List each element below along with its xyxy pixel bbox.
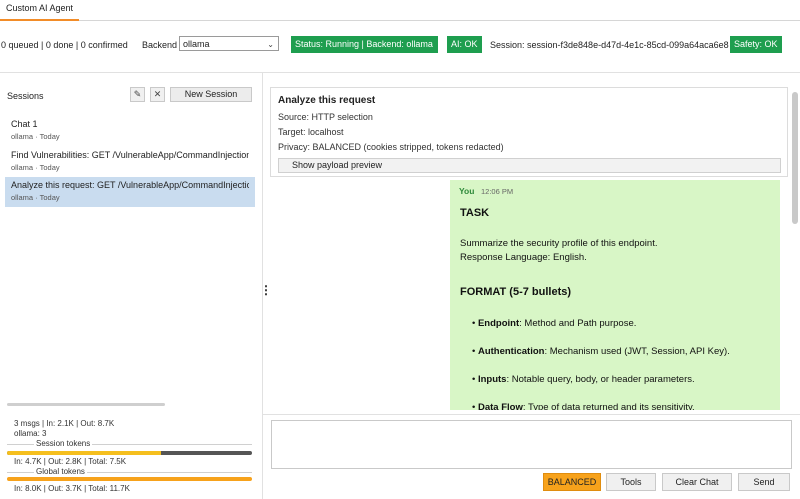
clear-chat-button[interactable]: Clear Chat [662, 473, 732, 491]
composer-divider [263, 414, 800, 415]
request-source: Source: HTTP selection [278, 112, 373, 122]
session-name: Chat 1 [11, 119, 38, 129]
bullet-term: Endpoint [477, 318, 520, 329]
bullet-text: : Method and Path purpose. [519, 318, 637, 329]
bullet-icon: • [472, 318, 476, 329]
message-author: You [459, 186, 475, 196]
global-tokens-bar [7, 477, 252, 481]
session-tokens-in-fill [7, 451, 162, 455]
sessions-horizontal-scrollbar[interactable] [7, 403, 165, 406]
bullet-text: : Type of data returned and its sensitiv… [522, 402, 695, 410]
tools-button[interactable]: Tools [606, 473, 656, 491]
tab-custom-ai-agent[interactable]: Custom AI Agent [0, 0, 80, 21]
request-info-title: Analyze this request [278, 95, 376, 106]
session-item-chat-1[interactable]: Chat 1 ollama · Today [5, 116, 255, 146]
session-tokens-bar [7, 451, 252, 455]
message-time: 12:06 PM [481, 187, 514, 196]
session-id: Session: session-f3de848e-d47d-4e1c-85cd… [490, 40, 729, 50]
session-meta: ollama · Today [11, 193, 60, 202]
close-icon: ✕ [153, 89, 162, 99]
bullet-term: Data Flow [477, 402, 523, 410]
list-item: • Inputs: Notable query, body, or header… [472, 374, 695, 385]
backend-label: Backend [142, 40, 178, 50]
request-privacy: Privacy: BALANCED (cookies stripped, tok… [278, 142, 504, 152]
list-item: • Authentication: Mechanism used (JWT, S… [472, 346, 730, 357]
session-name: Analyze this request: GET /VulnerableApp… [11, 180, 249, 190]
bullet-text: : Mechanism used (JWT, Session, API Key)… [544, 346, 730, 357]
format-heading: FORMAT (5-7 bullets) [460, 286, 572, 298]
queue-status: 0 queued | 0 done | 0 confirmed [1, 40, 128, 50]
session-tokens-label: Session tokens [34, 439, 93, 448]
show-payload-preview-button[interactable]: Show payload preview [278, 158, 781, 173]
session-meta: ollama · Today [11, 132, 60, 141]
session-item-find-vulnerabilities[interactable]: Find Vulnerabilities: GET /VulnerableApp… [5, 147, 255, 177]
new-session-button[interactable]: New Session [170, 87, 252, 102]
message-stats: 3 msgs | In: 2.1K | Out: 8.7K [14, 419, 115, 428]
rename-session-button[interactable]: ✎ [130, 87, 145, 102]
message-input[interactable] [271, 420, 792, 469]
pencil-icon: ✎ [133, 89, 142, 99]
privacy-mode-button[interactable]: BALANCED [543, 473, 601, 491]
backend-count: ollama: 3 [14, 429, 47, 438]
global-tokens-label: Global tokens [34, 467, 87, 476]
session-name: Find Vulnerabilities: GET /VulnerableApp… [11, 150, 249, 160]
tab-bar: Custom AI Agent [0, 0, 800, 21]
status-badge: Status: Running | Backend: ollama [291, 36, 438, 53]
session-meta: ollama · Today [11, 163, 60, 172]
backend-select-value: ollama [183, 39, 210, 49]
bullet-icon: • [472, 402, 476, 410]
request-target: Target: localhost [278, 127, 344, 137]
bullet-icon: • [472, 374, 476, 385]
list-item: • Data Flow: Type of data returned and i… [472, 402, 695, 410]
sessions-title: Sessions [7, 91, 44, 101]
safety-badge: Safety: OK [730, 36, 782, 53]
task-heading: TASK [460, 207, 490, 219]
global-tokens-in-fill [7, 477, 252, 481]
chat-vertical-scrollbar[interactable] [792, 92, 798, 224]
backend-select[interactable]: ollama ⌄ [179, 36, 279, 51]
global-tokens-value: In: 8.0K | Out: 3.7K | Total: 11.7K [14, 484, 130, 493]
session-item-analyze-request[interactable]: Analyze this request: GET /VulnerableApp… [5, 177, 255, 207]
chevron-down-icon: ⌄ [267, 40, 274, 49]
task-line-2: Response Language: English. [460, 252, 587, 263]
bullet-text: : Notable query, body, or header paramet… [506, 374, 695, 385]
bullet-term: Authentication [477, 346, 545, 357]
bullet-term: Inputs [477, 374, 507, 385]
list-item: • Endpoint: Method and Path purpose. [472, 318, 636, 329]
task-line-1: Summarize the security profile of this e… [460, 238, 658, 249]
panel-splitter-handle[interactable]: ⋮ [260, 283, 272, 297]
bullet-icon: • [472, 346, 476, 357]
ai-status-badge: AI: OK [447, 36, 482, 53]
session-tokens-value: In: 4.7K | Out: 2.8K | Total: 7.5K [14, 457, 127, 466]
send-button[interactable]: Send [738, 473, 790, 491]
delete-session-button[interactable]: ✕ [150, 87, 165, 102]
